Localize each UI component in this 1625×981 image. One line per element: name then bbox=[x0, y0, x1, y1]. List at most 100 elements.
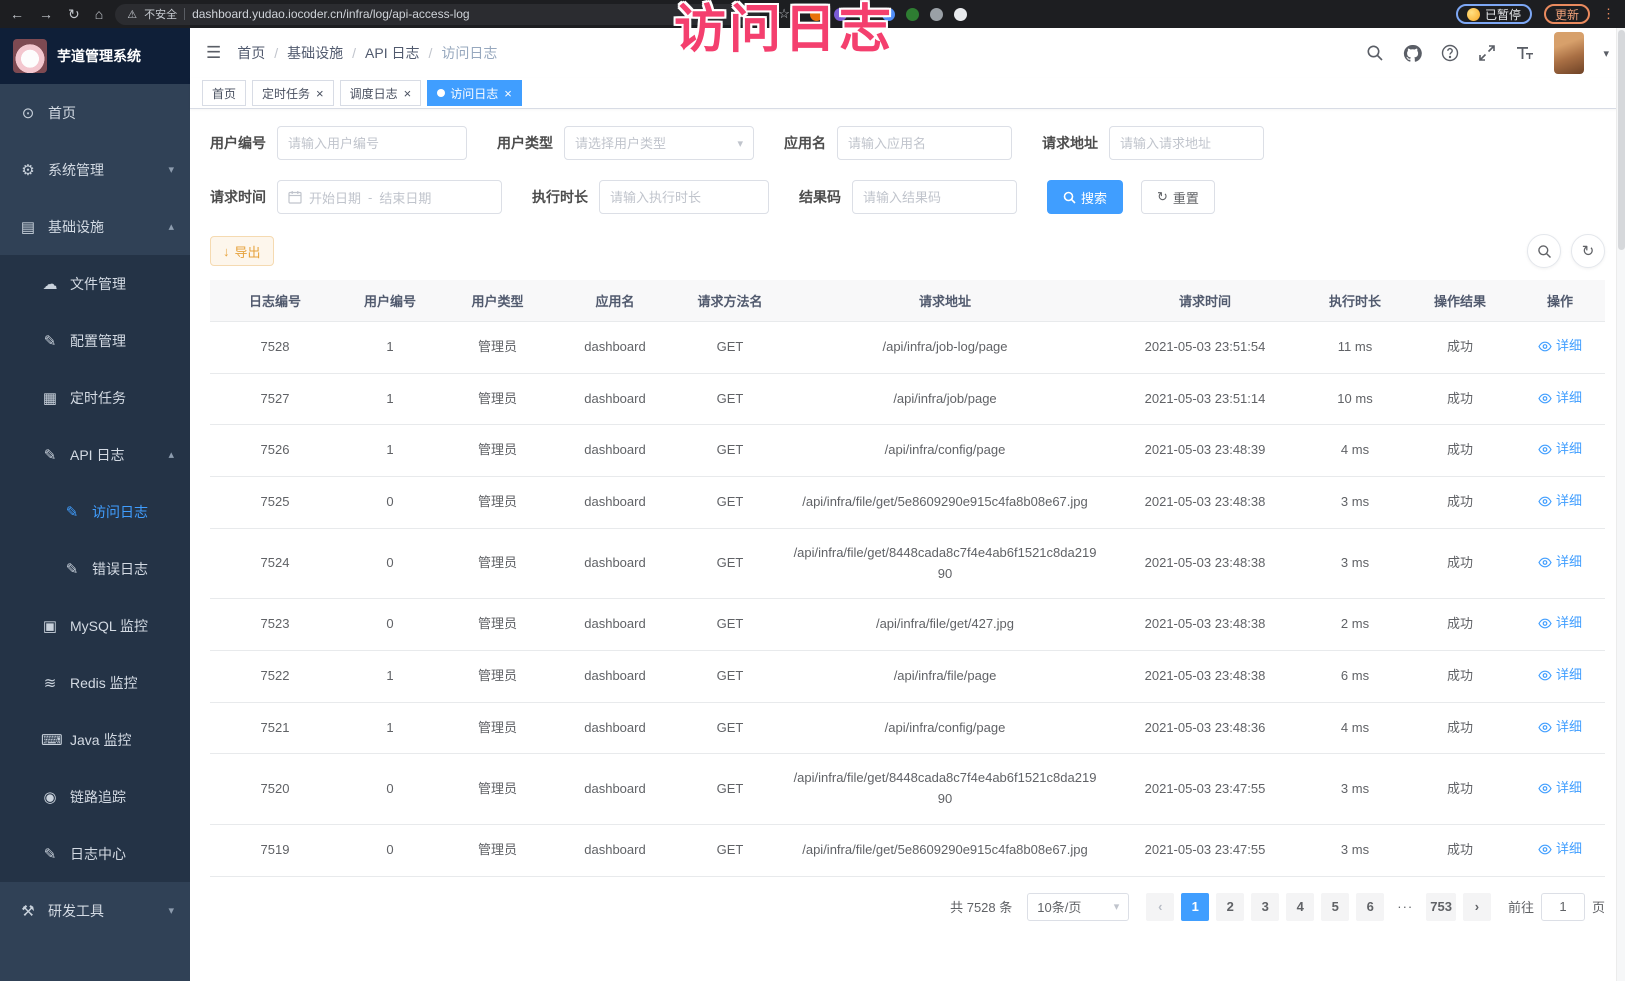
address-bar[interactable]: ⚠ 不安全 dashboard.yudao.iocoder.cn/infra/l… bbox=[115, 4, 760, 25]
view-tab[interactable]: 调度日志 × bbox=[340, 80, 422, 106]
user-avatar[interactable] bbox=[1554, 32, 1584, 74]
close-icon[interactable]: × bbox=[316, 86, 324, 101]
filter-input[interactable]: ▾ bbox=[564, 126, 754, 160]
github-icon[interactable] bbox=[1403, 44, 1422, 63]
text-input[interactable] bbox=[848, 136, 1001, 151]
toggle-search-button[interactable] bbox=[1527, 234, 1561, 268]
detail-link[interactable]: 详细 bbox=[1538, 717, 1582, 738]
view-tab[interactable]: 定时任务 × bbox=[252, 80, 334, 106]
text-input[interactable] bbox=[288, 136, 456, 151]
search-button[interactable]: 搜索 bbox=[1047, 180, 1123, 214]
extension-icon[interactable] bbox=[954, 8, 967, 21]
page-button[interactable]: 3 bbox=[1251, 893, 1279, 921]
sidebar-item[interactable]: ✎ 访问日志 bbox=[0, 483, 190, 540]
export-button[interactable]: ↓ 导出 bbox=[210, 236, 274, 266]
sidebar-item[interactable]: ▦ 定时任务 bbox=[0, 369, 190, 426]
sidebar-item[interactable]: ✎ API 日志 ▴ bbox=[0, 426, 190, 483]
text-input[interactable] bbox=[1120, 136, 1253, 151]
extension-icon[interactable] bbox=[810, 8, 823, 21]
text-input[interactable] bbox=[610, 190, 758, 205]
forward-icon[interactable]: → bbox=[39, 6, 53, 23]
filter-input[interactable] bbox=[852, 180, 1017, 214]
sidebar-item[interactable]: ≋ Redis 监控 bbox=[0, 654, 190, 711]
page-button[interactable]: ··· bbox=[1391, 893, 1419, 921]
bookmark-icon[interactable]: ☆ bbox=[778, 6, 790, 22]
breadcrumb-item[interactable]: 基础设施 bbox=[287, 43, 343, 63]
cell-method: GET bbox=[675, 599, 785, 651]
detail-link[interactable]: 详细 bbox=[1538, 613, 1582, 634]
goto-page-input[interactable] bbox=[1541, 893, 1585, 921]
page-scrollbar[interactable] bbox=[1616, 28, 1625, 981]
back-icon[interactable]: ← bbox=[10, 6, 24, 23]
filter-input[interactable]: ▾ bbox=[837, 126, 1012, 160]
sidebar-item[interactable]: ▣ MySQL 监控 bbox=[0, 597, 190, 654]
security-warning-icon[interactable]: ⚠ bbox=[127, 8, 137, 21]
profile-badge[interactable]: 已暂停 bbox=[1456, 4, 1532, 24]
font-size-icon[interactable] bbox=[1515, 44, 1535, 62]
daterange-picker[interactable]: 开始日期 - 结束日期 bbox=[277, 180, 502, 214]
page-button[interactable]: 6 bbox=[1356, 893, 1384, 921]
fullscreen-icon[interactable] bbox=[1478, 44, 1496, 62]
scrollbar-thumb[interactable] bbox=[1618, 30, 1625, 250]
breadcrumb-item[interactable]: API 日志 bbox=[365, 43, 419, 63]
browser-menu-icon[interactable]: ⋮ bbox=[1602, 6, 1615, 22]
sidebar-item[interactable]: ⚒ 研发工具 ▾ bbox=[0, 882, 190, 939]
caret-down-icon[interactable]: ▾ bbox=[1603, 47, 1609, 60]
detail-link[interactable]: 详细 bbox=[1538, 491, 1582, 512]
page-button[interactable]: 5 bbox=[1321, 893, 1349, 921]
menu-icon: ✎ bbox=[41, 332, 59, 350]
reload-icon[interactable]: ↻ bbox=[68, 6, 80, 23]
next-page-button[interactable]: › bbox=[1463, 893, 1491, 921]
breadcrumb-item[interactable]: 访问日志 bbox=[441, 43, 497, 63]
sidebar-item[interactable]: ▤ 基础设施 ▴ bbox=[0, 198, 190, 255]
detail-link[interactable]: 详细 bbox=[1538, 839, 1582, 860]
sidebar-item[interactable]: ⌨ Java 监控 bbox=[0, 711, 190, 768]
detail-link[interactable]: 详细 bbox=[1538, 388, 1582, 409]
detail-link[interactable]: 详细 bbox=[1538, 665, 1582, 686]
text-input[interactable] bbox=[575, 136, 730, 151]
update-button[interactable]: 更新 bbox=[1544, 4, 1590, 24]
table-toolbar: ↓ 导出 ↻ bbox=[210, 234, 1605, 268]
prev-page-button[interactable]: ‹ bbox=[1146, 893, 1174, 921]
view-tab[interactable]: 首页 × bbox=[202, 80, 246, 106]
sidebar-item[interactable]: ⚙ 系统管理 ▾ bbox=[0, 141, 190, 198]
detail-link-label: 详细 bbox=[1556, 778, 1582, 799]
app-logo[interactable]: 芋道管理系统 bbox=[0, 28, 190, 84]
close-icon[interactable]: × bbox=[404, 86, 412, 101]
filter-input[interactable]: ▾ bbox=[1109, 126, 1264, 160]
filter-input[interactable]: ▾ bbox=[277, 126, 467, 160]
detail-link[interactable]: 详细 bbox=[1538, 336, 1582, 357]
sidebar-item[interactable]: ✎ 错误日志 bbox=[0, 540, 190, 597]
detail-link-label: 详细 bbox=[1556, 388, 1582, 409]
sidebar-item[interactable]: ✎ 配置管理 bbox=[0, 312, 190, 369]
sidebar-item[interactable]: ⊙ 首页 bbox=[0, 84, 190, 141]
home-icon[interactable]: ⌂ bbox=[95, 6, 103, 23]
text-input[interactable] bbox=[863, 190, 1006, 205]
page-button[interactable]: 2 bbox=[1216, 893, 1244, 921]
search-icon[interactable] bbox=[1366, 44, 1384, 62]
page-size-select[interactable]: 10条/页 ▾ bbox=[1027, 893, 1129, 921]
refresh-table-button[interactable]: ↻ bbox=[1571, 234, 1605, 268]
extension-icon[interactable] bbox=[930, 8, 943, 21]
profile-badge-label: 已暂停 bbox=[1485, 6, 1521, 23]
filter-input[interactable] bbox=[599, 180, 769, 214]
extension-icon[interactable] bbox=[906, 8, 919, 21]
view-tab[interactable]: 访问日志 × bbox=[427, 80, 522, 106]
extension-icon[interactable] bbox=[834, 8, 847, 21]
page-button[interactable]: 1 bbox=[1181, 893, 1209, 921]
breadcrumb-item[interactable]: 首页 bbox=[237, 43, 265, 63]
sidebar-item[interactable]: ✎ 日志中心 bbox=[0, 825, 190, 882]
help-icon[interactable] bbox=[1441, 44, 1459, 62]
page-button[interactable]: 4 bbox=[1286, 893, 1314, 921]
sidebar-toggle-icon[interactable]: ☰ bbox=[206, 43, 221, 63]
sidebar-item[interactable]: ☁ 文件管理 bbox=[0, 255, 190, 312]
close-icon[interactable]: × bbox=[504, 86, 512, 101]
detail-link[interactable]: 详细 bbox=[1538, 552, 1582, 573]
page-button[interactable]: 753 bbox=[1426, 893, 1456, 921]
reset-button[interactable]: ↻ 重置 bbox=[1141, 180, 1215, 214]
detail-link[interactable]: 详细 bbox=[1538, 439, 1582, 460]
extension-icon[interactable] bbox=[882, 8, 895, 21]
detail-link[interactable]: 详细 bbox=[1538, 778, 1582, 799]
sidebar-item[interactable]: ◉ 链路追踪 bbox=[0, 768, 190, 825]
extension-icon[interactable] bbox=[858, 8, 871, 21]
